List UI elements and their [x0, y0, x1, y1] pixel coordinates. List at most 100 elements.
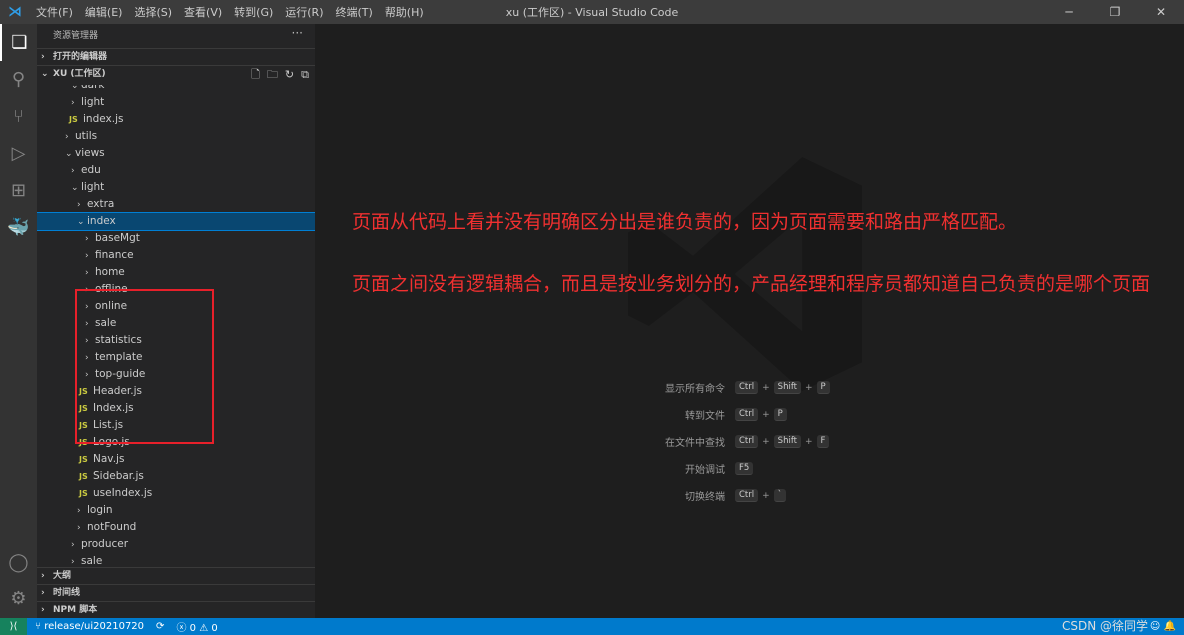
watermark-text: CSDN @徐同学 [1061, 619, 1148, 633]
tree-folder[interactable]: › baseMgt [37, 230, 315, 247]
tree-item-label: notFound [87, 521, 137, 533]
notifications-bell-icon[interactable]: 🔔 [1164, 621, 1176, 632]
activity-bar: ❏ ⚲ ⑂ ▷ ⊞ 🐳 ◯ ⚙ [0, 24, 37, 618]
chevron-right-icon: › [85, 268, 89, 278]
close-button[interactable]: ✕ [1138, 0, 1184, 24]
tree-item-label: home [95, 266, 125, 278]
tree-folder[interactable]: › finance [37, 247, 315, 264]
plus-separator: + [762, 436, 770, 447]
tree-file[interactable]: JS Sidebar.js [37, 468, 315, 485]
tree-file[interactable]: JS index.js [37, 111, 315, 128]
chevron-right-icon: › [71, 166, 75, 176]
tree-item-label: edu [81, 164, 101, 176]
workspace-section[interactable]: ⌄ XU (工作区) 🗋 🗀 ↻ ⧉ [37, 65, 315, 82]
shortcut-label: 显示所有命令 [665, 384, 725, 395]
shortcut-row: 切换终端 Ctrl + ` [655, 482, 830, 509]
refresh-icon[interactable]: ↻ [285, 66, 294, 83]
chevron-right-icon: › [41, 571, 45, 581]
timeline-section[interactable]: › 时间线 [37, 584, 315, 601]
shortcut-label: 切换终端 [685, 492, 725, 503]
explorer-icon[interactable]: ❏ [0, 24, 37, 61]
npm-scripts-section[interactable]: › NPM 脚本 [37, 601, 315, 618]
open-editors-section[interactable]: › 打开的编辑器 [37, 48, 315, 65]
sync-icon[interactable]: ⟳ [156, 621, 164, 632]
search-icon[interactable]: ⚲ [0, 61, 37, 98]
tree-file[interactable]: JS useIndex.js [37, 485, 315, 502]
tree-folder[interactable]: ⌄ views [37, 145, 315, 162]
shortcut-list: 显示所有命令 Ctrl + Shift + P 转到文件 Ctrl + P 在文件中查找 Ctrl + S… [655, 374, 830, 509]
keybinding: Ctrl [735, 435, 759, 448]
tree-folder[interactable]: › edu [37, 162, 315, 179]
source-control-icon[interactable]: ⑂ [0, 98, 37, 135]
account-icon[interactable]: ◯ [0, 544, 37, 581]
tree-folder[interactable]: › notFound [37, 519, 315, 536]
feedback-icon[interactable]: ☺ [1150, 621, 1160, 632]
menu-item[interactable]: 文件(F) [30, 4, 79, 20]
tree-file[interactable]: JS Nav.js [37, 451, 315, 468]
new-file-icon[interactable]: 🗋 [251, 66, 260, 83]
tree-folder[interactable]: › extra [37, 196, 315, 213]
settings-gear-icon[interactable]: ⚙ [0, 580, 37, 617]
chevron-right-icon: › [71, 540, 75, 550]
menu-item[interactable]: 编辑(E) [79, 4, 129, 20]
explorer-sidebar: 资源管理器 ··· › 打开的编辑器 ⌄ XU (工作区) 🗋 🗀 ↻ ⧉ ⌄ dark › li… [37, 24, 315, 618]
annotation-text: 页面之间没有逻辑耦合，而且是按业务划分的，产品经理和程序员都知道自己负责的是哪个… [352, 273, 1151, 295]
chevron-right-icon: › [41, 52, 45, 62]
maximize-button[interactable]: ❐ [1092, 0, 1138, 24]
tree-folder[interactable]: ⌄ dark [37, 85, 315, 94]
status-bar: ⟩⟨ ⑂ release/ui20210720 ⟳ ⓧ 0 ⚠ 0 CSDN @… [0, 618, 1184, 635]
shortcut-label: 开始调试 [685, 465, 725, 476]
tree-item-label: finance [95, 249, 134, 261]
keybinding: Ctrl [735, 408, 759, 421]
collapse-all-icon[interactable]: ⧉ [301, 66, 309, 83]
more-actions-icon[interactable]: ··· [292, 21, 303, 45]
menu-item[interactable]: 选择(S) [128, 4, 178, 20]
tree-item-label: baseMgt [95, 232, 140, 244]
remote-icon[interactable]: ⟩⟨ [0, 618, 27, 635]
tree-folder[interactable]: › home [37, 264, 315, 281]
tree-folder[interactable]: › login [37, 502, 315, 519]
js-file-icon: JS [79, 455, 88, 464]
tree-folder[interactable]: › producer [37, 536, 315, 553]
tree-folder[interactable]: ⌄ light [37, 179, 315, 196]
plus-separator: + [762, 490, 770, 501]
keybinding: Shift [773, 381, 801, 394]
error-icon: ⓧ [176, 623, 187, 634]
branch-button[interactable]: ⑂ release/ui20210720 [35, 621, 144, 632]
docker-icon[interactable]: 🐳 [0, 209, 37, 246]
tree-folder[interactable]: › light [37, 94, 315, 111]
tree-item-label: Sidebar.js [93, 470, 144, 482]
outline-section[interactable]: › 大纲 [37, 567, 315, 584]
chevron-right-icon: › [71, 98, 75, 108]
vscode-logo-icon: ⋊ [8, 4, 22, 20]
tree-item-label: dark [81, 85, 105, 91]
menu-item[interactable]: 帮助(H) [379, 4, 430, 20]
menu-item[interactable]: 运行(R) [279, 4, 329, 20]
plus-separator: + [805, 382, 813, 393]
tree-item-label: index [87, 215, 116, 227]
tree-folder[interactable]: ⌄ index [37, 212, 315, 231]
chevron-right-icon: › [65, 132, 69, 142]
chevron-down-icon: ⌄ [41, 69, 49, 79]
tree-item-label: index.js [83, 113, 124, 125]
chevron-right-icon: › [85, 234, 89, 244]
chevron-right-icon: › [77, 506, 81, 516]
new-folder-icon[interactable]: 🗀 [267, 66, 278, 83]
menu-item[interactable]: 查看(V) [178, 4, 228, 20]
chevron-down-icon: ⌄ [77, 217, 85, 227]
tree-folder[interactable]: › utils [37, 128, 315, 145]
minimize-button[interactable]: ─ [1046, 0, 1092, 24]
file-tree: ⌄ dark › light JS index.js › utils ⌄ views › edu ⌄ li… [37, 85, 315, 575]
menu-item[interactable]: 转到(G) [228, 4, 279, 20]
extensions-icon[interactable]: ⊞ [0, 172, 37, 209]
plus-separator: + [805, 436, 813, 447]
shortcut-row: 在文件中查找 Ctrl + Shift + F [655, 428, 830, 455]
problems-button[interactable]: ⓧ 0 ⚠ 0 [176, 619, 217, 634]
run-debug-icon[interactable]: ▷ [0, 135, 37, 172]
tree-item-label: sale [81, 555, 103, 567]
warning-icon: ⚠ [199, 623, 209, 634]
keybinding: Shift [773, 435, 801, 448]
keybinding: ` [773, 489, 786, 502]
menu-item[interactable]: 终端(T) [330, 4, 379, 20]
plus-separator: + [762, 382, 770, 393]
